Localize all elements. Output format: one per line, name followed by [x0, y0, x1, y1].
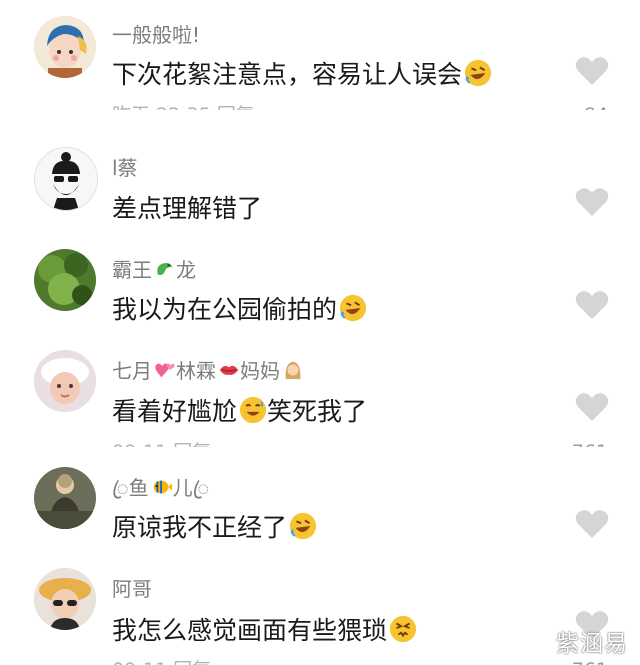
username[interactable]: l蔡	[112, 152, 138, 181]
avatar[interactable]	[34, 467, 96, 529]
comment-text-suffix: 笑死我了	[267, 397, 368, 426]
rofl-emoji	[289, 512, 317, 540]
username-part: 霸王	[112, 258, 152, 282]
like-heart-icon[interactable]	[575, 509, 609, 539]
like-heart-icon[interactable]	[575, 290, 609, 320]
comment-text-body: 我以为在公园偷拍的	[112, 295, 338, 324]
username[interactable]: 阿哥	[112, 573, 152, 602]
username[interactable]: 一般般啦!	[112, 19, 200, 48]
comment-text: 差点理解错了	[112, 194, 263, 223]
username-part: 龙	[176, 258, 196, 282]
comment-text: 看着好尴尬 笑死我了	[112, 392, 367, 428]
avatar[interactable]	[34, 16, 96, 78]
comment-text-body: 看着好尴尬	[112, 397, 238, 426]
like-heart-icon[interactable]	[575, 56, 609, 86]
comment-text-body: 下次花絮注意点，容易让人误会	[112, 60, 463, 89]
rofl-emoji	[339, 294, 367, 322]
like-count: 84	[560, 100, 608, 110]
lips-emoji	[219, 365, 239, 375]
comment-meta: 昨天 22:35 回复	[112, 100, 255, 110]
pink-hearts-emoji	[155, 363, 175, 378]
tropical-fish-emoji	[153, 480, 172, 494]
woman-emoji	[285, 361, 301, 380]
username-part: 鱼	[128, 476, 149, 500]
watermark: 紫涵易	[556, 631, 628, 657]
like-heart-icon[interactable]	[575, 187, 609, 217]
username-part: 妈妈	[240, 359, 280, 383]
avatar[interactable]	[34, 568, 96, 630]
comment-text: 我怎么感觉画面有些猥琐	[112, 611, 417, 647]
username-part: ꦿ	[112, 476, 129, 500]
like-heart-icon[interactable]	[575, 392, 609, 422]
username-part: 儿	[172, 476, 193, 500]
username-part: 林霖	[176, 359, 216, 383]
comment-meta: 09-11 回复	[112, 437, 211, 447]
avatar[interactable]	[34, 350, 96, 412]
dragon-emoji	[157, 263, 173, 275]
sweat-smile-emoji	[239, 396, 267, 424]
comment-text: 下次花絮注意点，容易让人误会	[112, 55, 492, 91]
comment-meta: 09-11 回复	[112, 655, 211, 665]
username[interactable]: 霸王龙	[112, 254, 196, 283]
username[interactable]: 七月 林霖 妈妈	[112, 355, 304, 384]
comment-text: 我以为在公园偷拍的	[112, 290, 367, 326]
confounded-emoji	[389, 615, 417, 643]
username-part: 七月	[112, 359, 152, 383]
comment-text-body: 原谅我不正经了	[112, 513, 288, 542]
comment-text: 原谅我不正经了	[112, 508, 317, 544]
rofl-emoji	[464, 59, 492, 87]
avatar[interactable]	[34, 249, 96, 311]
comment-text-body: 我怎么感觉画面有些猥琐	[112, 616, 388, 645]
avatar[interactable]	[34, 147, 98, 211]
username-part: ꦿ	[192, 476, 210, 500]
like-count: 761	[560, 437, 608, 447]
